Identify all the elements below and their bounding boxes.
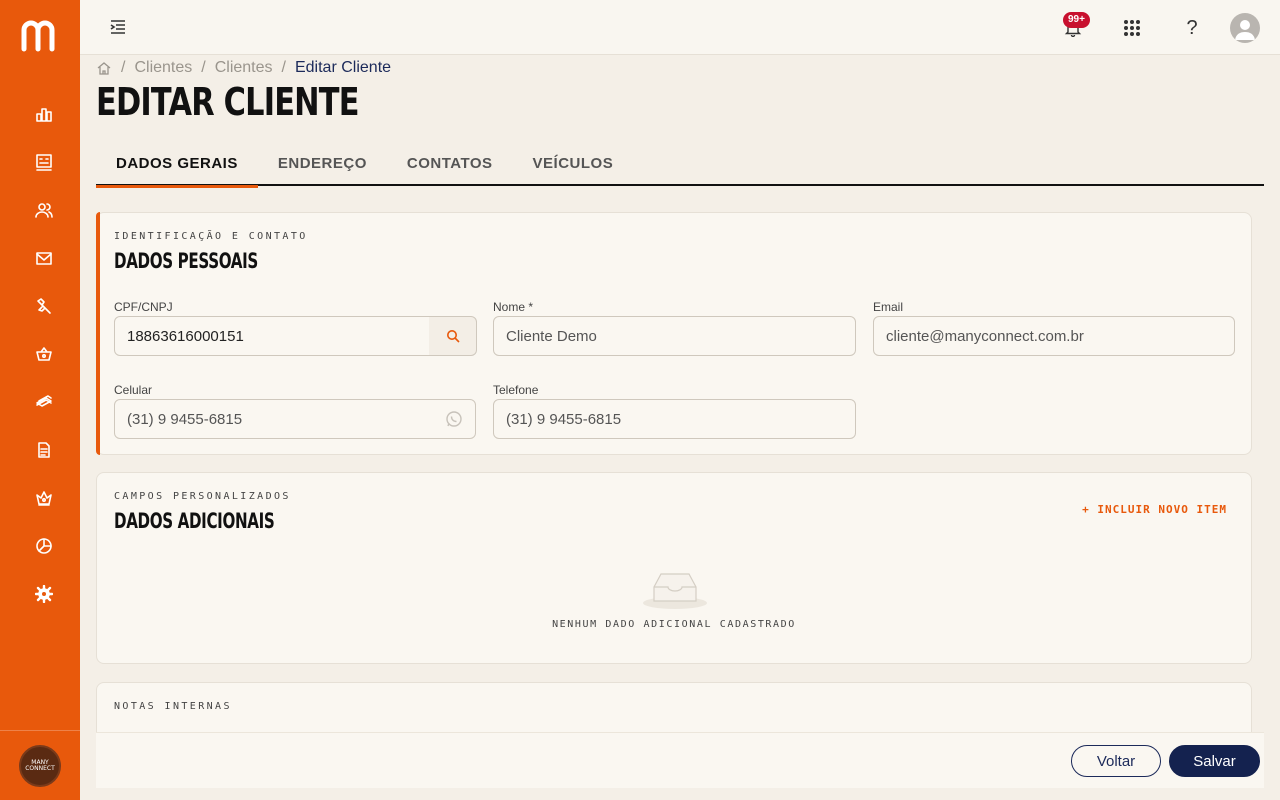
include-new-item-button[interactable]: + INCLUIR NOVO ITEM <box>1082 503 1227 516</box>
document-icon <box>38 442 50 458</box>
telefone-field[interactable]: (31) 9 9455-6815 <box>493 399 856 439</box>
sidebar-item-premium[interactable] <box>28 482 60 514</box>
topbar: 99+ ? <box>80 0 1280 55</box>
email-value: cliente@manyconnect.com.br <box>886 327 1084 345</box>
breadcrumb-item[interactable]: Clientes <box>134 59 192 77</box>
nome-label: Nome * <box>493 300 534 314</box>
additional-data-card: CAMPOS PERSONALIZADOS DADOS ADICIONAIS +… <box>96 472 1252 664</box>
breadcrumb-item[interactable]: Clientes <box>215 59 273 77</box>
nome-field[interactable]: Cliente Demo <box>493 316 856 356</box>
breadcrumb: / Clientes / Clientes / Editar Cliente <box>96 58 391 78</box>
telefone-value: (31) 9 9455-6815 <box>506 410 622 428</box>
bar-chart-icon <box>36 108 52 122</box>
nome-value: Cliente Demo <box>506 327 597 345</box>
home-icon[interactable] <box>96 60 112 76</box>
section-title: DADOS ADICIONAIS <box>114 509 275 533</box>
dashboard-icon <box>36 154 52 171</box>
sidebar-divider <box>0 730 80 731</box>
form-footer: Voltar Salvar <box>96 732 1264 788</box>
celular-field[interactable]: (31) 9 9455-6815 <box>114 399 476 439</box>
sidebar-item-finance[interactable] <box>28 386 60 418</box>
card-accent-bar <box>96 212 100 455</box>
cpf-label: CPF/CNPJ <box>114 300 173 314</box>
sidebar-item-reports[interactable] <box>28 98 60 130</box>
sidebar-item-analytics[interactable] <box>28 530 60 562</box>
sidebar-item-dashboard[interactable] <box>28 146 60 178</box>
telefone-label: Telefone <box>493 383 539 397</box>
whatsapp-icon[interactable] <box>445 410 463 428</box>
breadcrumb-separator: / <box>281 59 286 76</box>
search-icon <box>446 330 460 343</box>
user-avatar[interactable] <box>1230 13 1260 43</box>
section-eyebrow: NOTAS INTERNAS <box>114 701 232 712</box>
section-eyebrow: CAMPOS PERSONALIZADOS <box>114 491 291 502</box>
email-label: Email <box>873 300 904 314</box>
tab-bar: DADOS GERAIS ENDEREÇO CONTATOS VEÍCULOS <box>96 143 1264 188</box>
cpf-field[interactable]: 18863616000151 <box>114 316 430 356</box>
sidebar-item-services[interactable] <box>28 290 60 322</box>
celular-value: (31) 9 9455-6815 <box>127 410 243 428</box>
empty-state-text: NENHUM DADO ADICIONAL CADASTRADO <box>552 619 796 630</box>
menu-collapse-icon[interactable] <box>108 17 128 37</box>
cpf-value: 18863616000151 <box>127 327 244 345</box>
section-eyebrow: IDENTIFICAÇÃO E CONTATO <box>114 231 308 242</box>
personal-data-card: IDENTIFICAÇÃO E CONTATO DADOS PESSOAIS C… <box>96 212 1252 455</box>
empty-inbox-icon <box>643 573 707 609</box>
pie-chart-icon <box>36 538 52 554</box>
mail-icon <box>36 252 52 265</box>
email-field[interactable]: cliente@manyconnect.com.br <box>873 316 1235 356</box>
save-button[interactable]: Salvar <box>1169 745 1260 777</box>
sidebar-item-documents[interactable] <box>28 434 60 466</box>
basket-icon <box>36 347 52 361</box>
breadcrumb-separator: / <box>201 59 206 76</box>
money-icon <box>36 395 52 407</box>
brand-badge[interactable]: MANY CONNECT <box>19 745 61 787</box>
crown-icon <box>36 491 52 506</box>
tab-dados-gerais[interactable]: DADOS GERAIS <box>96 143 258 188</box>
sidebar: MANY CONNECT <box>0 0 80 800</box>
brand-logo-icon[interactable] <box>20 18 60 52</box>
back-button[interactable]: Voltar <box>1071 745 1161 777</box>
sidebar-item-sales[interactable] <box>28 338 60 370</box>
notification-badge: 99+ <box>1063 12 1090 28</box>
tab-endereco[interactable]: ENDEREÇO <box>258 143 387 186</box>
apps-button[interactable] <box>1118 14 1146 42</box>
breadcrumb-separator: / <box>121 59 126 76</box>
gear-icon <box>35 585 53 603</box>
user-icon <box>1235 20 1255 40</box>
cpf-search-button[interactable] <box>429 316 477 356</box>
users-icon <box>35 203 53 218</box>
sidebar-item-clients[interactable] <box>28 194 60 226</box>
wrench-icon <box>37 298 51 314</box>
sidebar-item-settings[interactable] <box>28 578 60 610</box>
breadcrumb-current: Editar Cliente <box>294 59 392 76</box>
section-title: DADOS PESSOAIS <box>114 249 258 273</box>
celular-label: Celular <box>114 383 153 397</box>
help-icon[interactable]: ? <box>1178 14 1206 42</box>
page-title: EDITAR CLIENTE <box>96 80 360 124</box>
sidebar-item-messages[interactable] <box>28 242 60 274</box>
apps-grid-icon <box>1124 20 1140 36</box>
tab-contatos[interactable]: CONTATOS <box>387 143 513 186</box>
tab-veiculos[interactable]: VEÍCULOS <box>513 143 634 186</box>
